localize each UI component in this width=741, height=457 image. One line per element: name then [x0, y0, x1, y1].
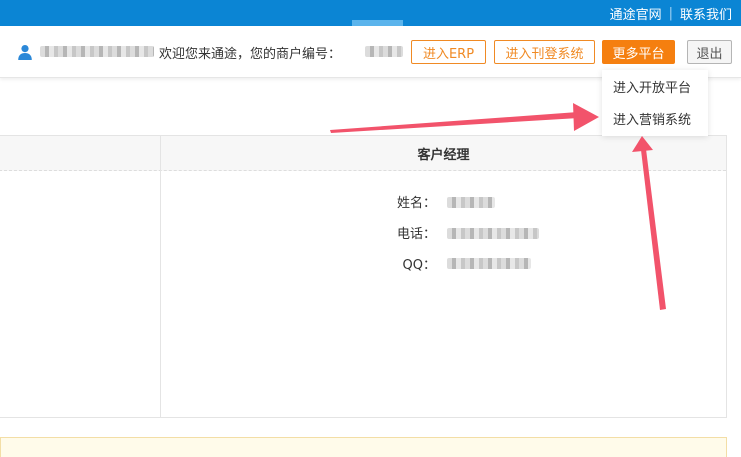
logout-button[interactable]: 退出 — [687, 40, 732, 64]
qq-value-redacted — [447, 258, 531, 269]
top-links-separator: | — [668, 5, 673, 21]
contact-us-link[interactable]: 联系我们 — [680, 4, 732, 23]
top-bar: 通途官网 | 联系我们 — [0, 0, 741, 26]
name-value-redacted — [447, 197, 495, 208]
notice-bar — [0, 437, 727, 457]
account-manager-heading: 客户经理 — [417, 148, 470, 163]
qq-label: QQ： — [402, 258, 436, 273]
name-label: 姓名： — [396, 196, 436, 211]
welcome-text: 欢迎您来通途，您的商户编号： — [159, 47, 342, 62]
enter-erp-button[interactable]: 进入ERP — [411, 40, 486, 64]
more-platforms-button[interactable]: 更多平台 — [602, 40, 675, 64]
menu-item-marketing-system[interactable]: 进入营销系统 — [613, 109, 691, 128]
account-manager-table: 客户经理 — [0, 135, 727, 418]
top-links: 通途官网 | 联系我们 — [610, 0, 732, 26]
user-icon — [18, 45, 32, 60]
arrow-to-marketing-system — [330, 103, 599, 133]
phone-value-redacted — [447, 228, 539, 239]
enter-listing-system-button[interactable]: 进入刊登系统 — [494, 40, 595, 64]
official-site-link[interactable]: 通途官网 — [610, 4, 662, 23]
column-divider — [160, 136, 161, 417]
username-redacted — [40, 46, 154, 57]
phone-label: 电话： — [396, 227, 436, 242]
merchant-id-redacted — [365, 46, 403, 57]
menu-item-open-platform[interactable]: 进入开放平台 — [613, 77, 691, 96]
more-platforms-dropdown: 进入开放平台 进入营销系统 — [602, 70, 708, 136]
